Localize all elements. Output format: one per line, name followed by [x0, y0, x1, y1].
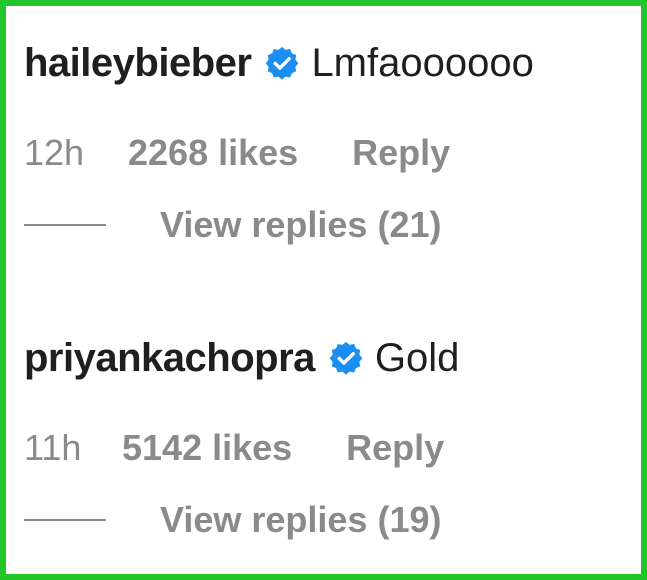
comment-likes[interactable]: 5142 likes: [122, 427, 292, 469]
comment-header: haileybieber Lmfaoooooo: [24, 34, 631, 92]
comment-text: Lmfaoooooo: [311, 40, 534, 85]
comment-header: priyankachopra Gold: [24, 329, 631, 387]
verified-badge-icon: [265, 46, 299, 80]
view-replies-button[interactable]: View replies (21): [160, 204, 441, 246]
replies-divider: [24, 224, 106, 226]
reply-button[interactable]: Reply: [352, 132, 450, 174]
comment-username[interactable]: haileybieber: [24, 41, 252, 86]
replies-divider: [24, 519, 106, 521]
comment-time: 11h: [24, 427, 82, 468]
comment-meta: 11h 5142 likes Reply: [24, 423, 631, 473]
comment-time: 12h: [24, 132, 85, 173]
view-replies-button[interactable]: View replies (19): [160, 499, 441, 541]
comment-item: haileybieber Lmfaoooooo 12h 2268 likes R…: [24, 34, 631, 250]
comment-item: priyankachopra Gold 11h 5142 likes Reply…: [24, 329, 631, 545]
comment-meta: 12h 2268 likes Reply: [24, 128, 631, 178]
comment-text: Gold: [374, 335, 460, 380]
reply-button[interactable]: Reply: [346, 427, 444, 469]
view-replies-row: View replies (19): [24, 495, 631, 545]
comment-likes[interactable]: 2268 likes: [128, 132, 298, 174]
view-replies-row: View replies (21): [24, 200, 631, 250]
verified-badge-icon: [329, 341, 363, 375]
screenshot-frame: haileybieber Lmfaoooooo 12h 2268 likes R…: [0, 0, 647, 580]
comment-username[interactable]: priyankachopra: [24, 336, 315, 381]
